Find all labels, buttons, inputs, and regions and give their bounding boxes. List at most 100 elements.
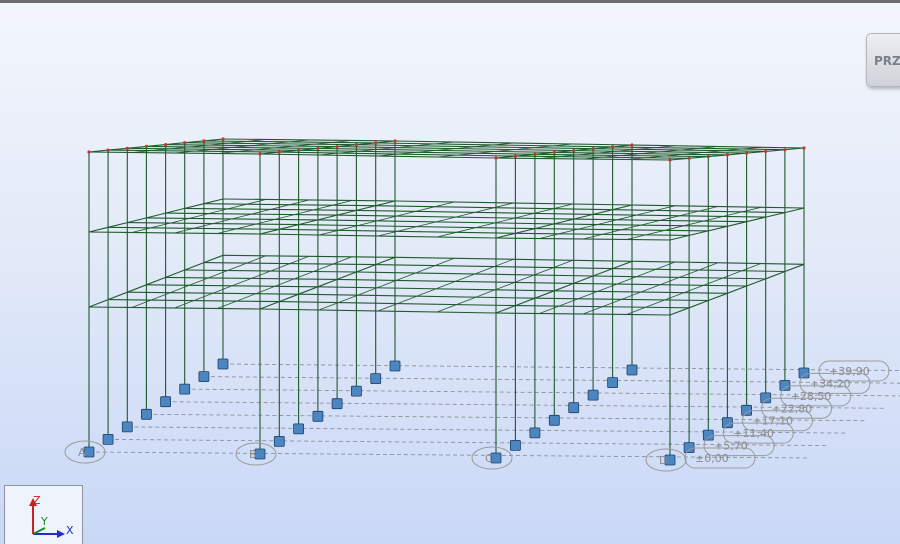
slab-grid-line [208,208,228,214]
beam-member [165,276,338,280]
slab-grid-line [208,270,228,279]
beam-member [317,219,555,225]
frame-node [335,145,339,149]
frame-node [354,143,358,147]
slab-grid-line [722,211,742,217]
slab-grid-line [616,214,637,221]
model-viewport[interactable]: A B C D +39,90 +34,20 +28,50 +22,80 +17,10 +11,4… [0,0,900,544]
frame-node [202,139,206,143]
structural-model[interactable]: A B C D +39,90+34,20+28,50+22,80+17,10+11,4… [0,0,900,544]
slab-grid-line [376,280,397,289]
slab-grid-line [578,224,598,230]
beam-member [336,209,357,216]
beam-member [146,212,166,219]
beam-member [298,286,319,295]
support-marker [568,402,580,414]
beam-member [727,221,747,227]
beam-member [495,305,516,314]
beam-member [203,198,224,205]
support-marker [179,383,191,395]
frame-node [513,154,518,158]
slab-grid-line [131,299,152,308]
support-marker [683,442,695,454]
slab-grid-line [597,283,618,292]
support-marker [626,364,638,376]
beam-member [631,260,805,265]
slab-grid-line [514,274,535,283]
level-label: ±0,00 [695,452,729,465]
beam-member [222,138,396,142]
beam-member [708,292,728,302]
slab-grid-line [289,199,310,206]
beam-member [317,278,338,288]
beam-member [515,305,690,309]
slab-grid-line [553,203,573,210]
slab-grid-line [655,261,676,270]
slab-grid-line [455,212,475,218]
slab-grid-line [456,296,476,305]
support-marker [607,377,618,389]
support-marker [312,410,324,422]
support-marker [217,358,229,370]
beam-member [317,286,555,292]
slab-grid-line [434,201,455,208]
view-front-button[interactable]: PRZOD [866,33,900,87]
beam-member [165,144,338,148]
slab-grid-line [626,306,646,315]
beam-member [222,254,396,258]
support-marker [587,389,599,401]
slab-grid-line [396,211,416,217]
slab-grid-line [636,269,656,278]
support-marker [389,360,401,372]
support-marker [331,398,343,410]
beam-member [107,291,128,301]
beam-member [375,200,396,207]
slab-grid-line [434,257,455,266]
storey-level-labels: +39,90+34,20+28,50+22,80+17,10+11,40+5,7… [684,360,890,469]
frame-node [687,156,691,160]
slab-grid-line [684,220,704,227]
frame-node [164,143,168,147]
level-label: +28,50 [791,390,832,403]
slab-grid-line [174,300,194,309]
beam-member [708,225,728,232]
slab-grid-line [270,204,290,210]
support-marker [121,421,133,433]
slab-grid-line [396,272,416,281]
slab-grid-line [456,227,476,233]
slab-grid-line [602,229,622,235]
frame-node [764,149,768,153]
frame-members [88,138,805,460]
slab-grid-line [227,203,247,210]
slab-grid-line [270,263,290,272]
beam-member [612,260,633,270]
beam-member [688,230,709,236]
slab-grid-line [578,291,598,300]
frame-node [668,158,672,162]
slab-grid-line [397,295,417,304]
level-label: +39,90 [829,365,870,378]
slab-grid-line [645,229,665,236]
slab-grid-line [217,300,237,309]
frame-node [783,148,787,152]
beam-member [515,232,690,236]
axis-label-c: C [485,452,493,465]
slab-grid-line [514,213,535,219]
slab-grid-line [475,222,496,228]
beam-member [107,222,128,228]
slab-grid-line [169,284,190,294]
slab-grid-line [318,302,339,311]
frame-node [611,145,615,149]
level-label: +17,10 [752,415,793,428]
axis-label-b: B [249,448,257,461]
beam-member [356,209,594,215]
beam-member [356,271,594,277]
beam-member [515,297,536,307]
beam-member [375,256,396,266]
slab-grid-line [621,224,641,231]
beam-member [88,226,109,233]
slab-grid-line [616,276,637,285]
axis-y-label: Y [41,515,48,528]
slab-grid-line [435,281,456,290]
slab-grid-line [455,273,475,282]
